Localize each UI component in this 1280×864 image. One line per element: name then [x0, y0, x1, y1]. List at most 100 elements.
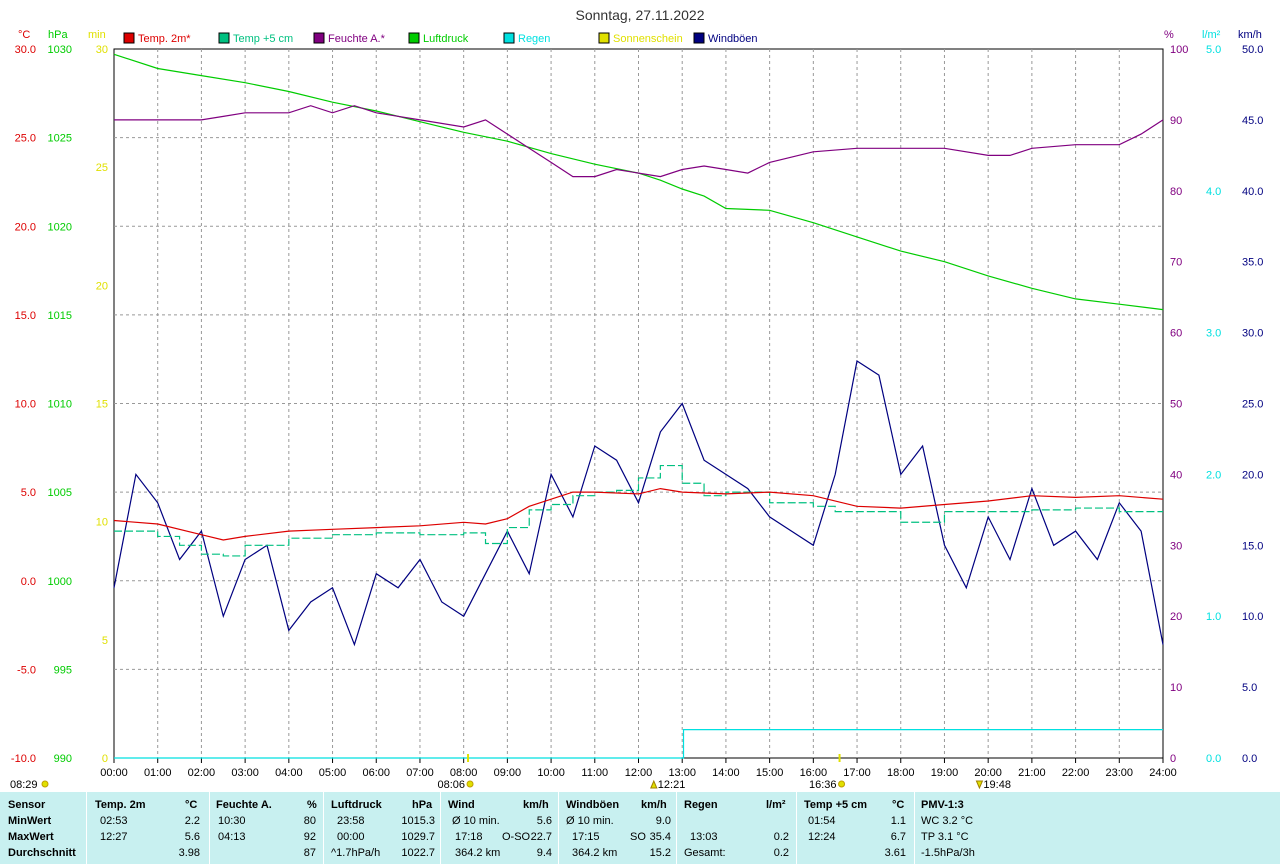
pressure-tick-label: 1025 — [48, 133, 72, 145]
pressure-tick-label: 1010 — [48, 399, 72, 411]
min-humidity-time: 10:30 — [218, 815, 246, 827]
avg-wind-value: 9.4 — [536, 847, 552, 859]
stats-header-temp5: Temp +5 cm — [804, 799, 868, 811]
temp-tick-label: 5.0 — [21, 487, 36, 499]
temp-tick-label: -5.0 — [17, 664, 36, 676]
legend-label: Regen — [518, 33, 550, 45]
x-tick-label: 22:00 — [1062, 767, 1090, 779]
chart-legend: Temp. 2m* Temp +5 cm Feuchte A.* Luftdruck R… — [123, 32, 758, 45]
max-rain-value: 0.2 — [773, 831, 789, 843]
stats-header-temp: Temp. 2m — [95, 799, 146, 811]
pressure-tick-label: 1020 — [48, 221, 72, 233]
wind-unit-label: km/h — [1238, 29, 1262, 41]
max-wind-value: 22.7 — [530, 831, 552, 843]
avg-pressure-value: 1022.7 — [401, 847, 435, 859]
x-tick-label: 00:00 — [100, 767, 128, 779]
temp-tick-label: 10.0 — [15, 399, 36, 411]
legend-label: Luftdruck — [423, 33, 469, 45]
x-tick-label: 19:00 — [931, 767, 959, 779]
stats-separator — [209, 792, 210, 864]
x-tick-label: 03:00 — [231, 767, 259, 779]
pmv-dewpoint: TP 3.1 °C — [921, 831, 969, 843]
sun-icon — [838, 780, 846, 788]
rain-tick-label: 5.0 — [1206, 44, 1221, 56]
stats-header-sensor: Sensor — [8, 799, 46, 811]
rain-tick-label: 1.0 — [1206, 611, 1221, 623]
sun-tick-label: 0 — [102, 753, 108, 765]
wind-tick-label: 45.0 — [1242, 115, 1263, 127]
avg-gust-value: 15.2 — [649, 847, 671, 859]
humidity-tick-label: 60 — [1170, 328, 1182, 340]
temp-tick-label: -10.0 — [11, 753, 36, 765]
stats-row-label-avg: Durchschnitt — [8, 847, 76, 859]
x-tick-label: 14:00 — [712, 767, 740, 779]
sun-unit-label: min — [88, 29, 106, 41]
x-tick-label: 18:00 — [887, 767, 915, 779]
pressure-tick-label: 1030 — [48, 44, 72, 56]
stats-header-rain: Regen — [684, 799, 718, 811]
min-temp-value: 2.2 — [184, 815, 200, 827]
min-humidity-value: 80 — [303, 815, 316, 827]
legend-label: Windböen — [708, 33, 758, 45]
max-gust-value: 35.4 — [649, 831, 671, 843]
legend-label: Feuchte A.* — [328, 33, 386, 45]
legend-label: Sonnenschein — [613, 33, 683, 45]
humidity-tick-label: 70 — [1170, 257, 1182, 269]
gust-distance: 364.2 km — [572, 847, 618, 859]
stats-header-temp-unit: °C — [185, 799, 198, 811]
wind-tick-label: 40.0 — [1242, 186, 1263, 198]
max-temp-time: 12:27 — [100, 831, 128, 843]
legend-swatch — [693, 32, 705, 44]
left-time-label: 08:29 — [10, 779, 38, 791]
x-tick-label: 10:00 — [537, 767, 565, 779]
stats-separator — [86, 792, 87, 864]
x-tick-label: 05:00 — [319, 767, 347, 779]
x-tick-label: 13:00 — [668, 767, 696, 779]
max-temp5-time: 12:24 — [808, 831, 836, 843]
min-pressure-time: 23:58 — [337, 815, 365, 827]
sun-tick-label: 30 — [96, 44, 108, 56]
pressure-tick-label: 1015 — [48, 310, 72, 322]
stats-header-humidity: Feuchte A. — [216, 799, 272, 811]
x-tick-label: 16:00 — [800, 767, 828, 779]
humidity-tick-label: 30 — [1170, 540, 1182, 552]
statistics-panel: Sensor Temp. 2m °C Feuchte A. % Luftdruc… — [0, 792, 1280, 864]
rain-total-label: Gesamt: — [684, 847, 726, 859]
stats-row-label-max: MaxWert — [8, 831, 54, 843]
x-tick-label: 01:00 — [144, 767, 172, 779]
rain-tick-label: 0.0 — [1206, 753, 1221, 765]
humidity-tick-label: 0 — [1170, 753, 1176, 765]
pressure-trend: ^1.7hPa/h — [331, 847, 381, 859]
temp-tick-label: 15.0 — [15, 310, 36, 322]
max-temp5-value: 6.7 — [890, 831, 906, 843]
stats-header-humidity-unit: % — [307, 799, 317, 811]
wind-tick-label: 30.0 — [1242, 328, 1263, 340]
x-tick-label: 04:00 — [275, 767, 303, 779]
x-tick-label: 07:00 — [406, 767, 434, 779]
legend-swatch — [123, 32, 135, 44]
humidity-tick-label: 80 — [1170, 186, 1182, 198]
stats-separator — [914, 792, 915, 864]
x-tick-label: 17:00 — [843, 767, 871, 779]
wind-tick-label: 50.0 — [1242, 44, 1263, 56]
legend-swatch — [408, 32, 420, 44]
temp-tick-label: 30.0 — [15, 44, 36, 56]
avg-temp-value: 3.98 — [178, 847, 200, 859]
min-gust-value: 9.0 — [655, 815, 671, 827]
min-gust-label: Ø 10 min. — [566, 815, 614, 827]
sun-tick-label: 15 — [96, 399, 108, 411]
x-tick-label: 24:00 — [1149, 767, 1177, 779]
x-tick-label: 23:00 — [1106, 767, 1134, 779]
legend-swatch — [313, 32, 325, 44]
x-tick-label: 11:00 — [581, 767, 608, 779]
rain-tick-label: 3.0 — [1206, 328, 1221, 340]
x-tick-label: 21:00 — [1018, 767, 1046, 779]
max-wind-time: 17:18 — [455, 831, 483, 843]
max-rain-time: 13:03 — [690, 831, 718, 843]
max-humidity-time: 04:13 — [218, 831, 246, 843]
avg-humidity-value: 87 — [303, 847, 316, 859]
sunrise-time-label: 08:06 — [438, 779, 466, 791]
max-pressure-value: 1029.7 — [401, 831, 435, 843]
min-temp-time: 02:53 — [100, 815, 128, 827]
stats-separator — [558, 792, 559, 864]
